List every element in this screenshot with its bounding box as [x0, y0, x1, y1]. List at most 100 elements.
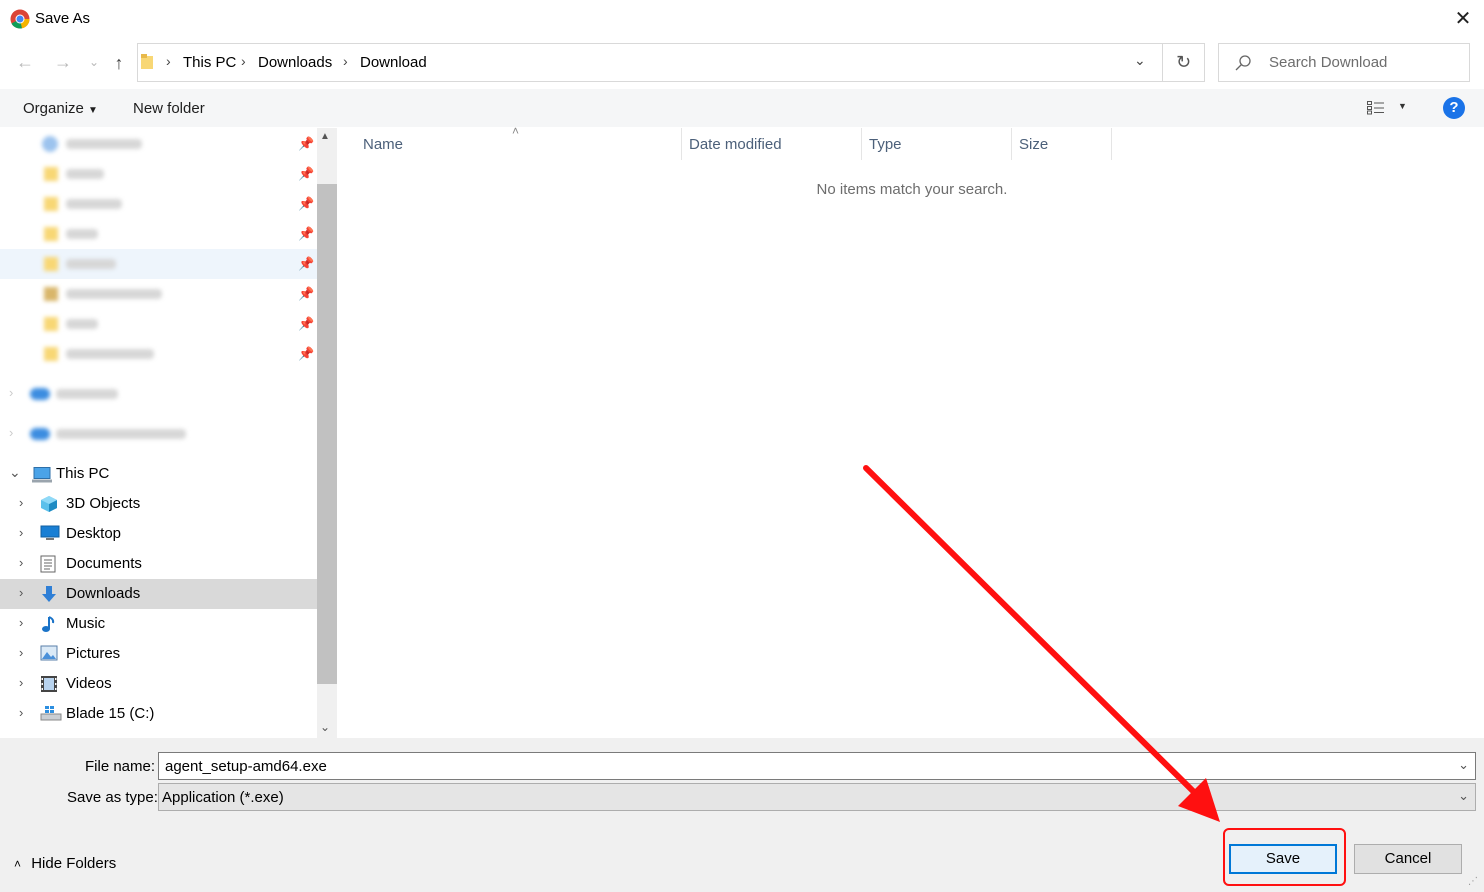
sidebar-item-documents[interactable]: › Documents [0, 549, 317, 579]
collapse-chevron-icon[interactable]: ⌄ [9, 464, 21, 481]
quick-access-item[interactable]: 📌 [0, 249, 317, 279]
scroll-down-icon[interactable]: ⌄ [320, 720, 330, 734]
file-list[interactable]: ˄ Name Date modified Type Size No items … [338, 124, 1484, 738]
resize-grip-icon[interactable]: ⋰ [1468, 876, 1478, 887]
cloud-drive-item[interactable]: › [0, 379, 317, 409]
expand-chevron-icon[interactable]: › [19, 585, 23, 600]
nav-scrollbar-thumb[interactable] [317, 184, 337, 684]
column-header-name[interactable]: Name [363, 136, 403, 153]
expand-chevron-icon[interactable]: › [19, 675, 23, 690]
chevron-down-icon[interactable]: ⌄ [1458, 757, 1469, 773]
downloads-icon [40, 585, 60, 603]
documents-icon [40, 555, 60, 573]
search-placeholder: Search Download [1269, 54, 1388, 71]
new-folder-button[interactable]: New folder [133, 100, 205, 117]
column-header-size[interactable]: Size [1019, 136, 1048, 153]
pin-icon[interactable]: 📌 [298, 316, 314, 332]
expand-chevron-icon[interactable]: › [19, 615, 23, 630]
view-options-icon[interactable] [1367, 101, 1385, 115]
quick-access-item[interactable]: 📌 [0, 279, 317, 309]
sidebar-item-blade-15-c[interactable]: › Blade 15 (C:) [0, 699, 317, 729]
save-as-type-label: Save as type: [67, 789, 158, 806]
sidebar-item-videos[interactable]: › Videos [0, 669, 317, 699]
quick-access-item[interactable]: 📌 [0, 189, 317, 219]
up-arrow-icon[interactable]: ↑ [107, 51, 131, 75]
recent-locations-chevron-icon[interactable]: ⌄ [82, 50, 106, 74]
3d-objects-icon [40, 495, 60, 513]
chevron-down-icon[interactable]: ⌄ [1458, 788, 1469, 804]
pin-icon[interactable]: 📌 [298, 256, 314, 272]
expand-chevron-icon[interactable]: › [19, 495, 23, 510]
empty-message: No items match your search. [816, 181, 1008, 198]
quick-access-item[interactable]: 📌 [0, 219, 317, 249]
folder-icon [141, 54, 153, 69]
chevron-up-icon: ˄ [14, 857, 22, 871]
expand-chevron-icon[interactable]: › [19, 525, 23, 540]
quick-access-item[interactable]: 📌 [0, 339, 317, 369]
sidebar-item-desktop[interactable]: › Desktop [0, 519, 317, 549]
expand-chevron-icon[interactable]: › [19, 555, 23, 570]
pin-icon[interactable]: 📌 [298, 226, 314, 242]
sidebar-item-label: Desktop [66, 525, 122, 542]
breadcrumb-separator-icon: › [343, 53, 348, 69]
chrome-icon [10, 9, 30, 29]
desktop-icon [40, 525, 60, 543]
close-icon[interactable]: ✕ [1450, 6, 1476, 32]
expand-chevron-icon[interactable]: › [9, 385, 13, 400]
breadcrumb-separator-icon: › [241, 53, 246, 69]
view-dropdown-icon[interactable]: ▼ [1398, 101, 1407, 111]
refresh-icon[interactable]: ↻ [1163, 43, 1205, 82]
folder-icon [44, 317, 58, 331]
sidebar-item-3d-objects[interactable]: › 3D Objects [0, 489, 317, 519]
save-as-type-value: Application (*.exe) [162, 789, 284, 806]
expand-chevron-icon[interactable]: › [19, 645, 23, 660]
column-header-date-modified[interactable]: Date modified [689, 136, 782, 153]
address-dropdown-icon[interactable]: ⌄ [1134, 52, 1146, 69]
cloud-icon [30, 428, 50, 440]
expand-chevron-icon[interactable]: › [9, 425, 13, 440]
sidebar-item-label: Blade 15 (C:) [66, 705, 155, 722]
pin-icon[interactable]: 📌 [298, 166, 314, 182]
sidebar-item-pictures[interactable]: › Pictures [0, 639, 317, 669]
title-bar: Save As ✕ [0, 0, 1484, 40]
search-input[interactable]: Search Download [1218, 43, 1470, 82]
quick-access-item[interactable]: 📌 [0, 309, 317, 339]
this-pc-icon [32, 467, 52, 483]
file-name-field[interactable]: agent_setup-amd64.exe ⌄ [158, 752, 1476, 780]
breadcrumb-this-pc[interactable]: This PC [183, 54, 236, 71]
help-icon[interactable]: ? [1443, 97, 1465, 119]
command-toolbar: Organize ▼ New folder ▼ [0, 89, 1484, 127]
save-options-panel: File name: agent_setup-amd64.exe ⌄ Save … [0, 738, 1484, 892]
breadcrumb-download[interactable]: Download [360, 54, 427, 71]
forward-arrow-icon[interactable]: → [51, 50, 75, 74]
cloud-drive-item[interactable]: › [0, 419, 317, 449]
column-header-type[interactable]: Type [869, 136, 902, 153]
sidebar-item-label: Documents [66, 555, 142, 572]
quick-access-item[interactable]: 📌 [0, 159, 317, 189]
organize-button[interactable]: Organize ▼ [23, 100, 98, 117]
cancel-button[interactable]: Cancel [1354, 844, 1462, 874]
pin-icon[interactable]: 📌 [298, 346, 314, 362]
save-as-type-select[interactable]: Application (*.exe) ⌄ [158, 783, 1476, 811]
sidebar-item-this-pc[interactable]: ⌄ This PC [0, 459, 317, 489]
expand-chevron-icon[interactable]: › [19, 705, 23, 720]
address-bar[interactable]: › This PC › Downloads › Download ⌄ [137, 43, 1163, 82]
breadcrumb-downloads[interactable]: Downloads [258, 54, 332, 71]
cloud-icon [30, 388, 50, 400]
pin-icon[interactable]: 📌 [298, 286, 314, 302]
sidebar-item-downloads[interactable]: › Downloads [0, 579, 317, 609]
save-button[interactable]: Save [1229, 844, 1337, 874]
quick-access-item[interactable]: 📌 [0, 129, 317, 159]
sidebar-item-label: 3D Objects [66, 495, 141, 512]
folder-icon [44, 197, 58, 211]
navigation-pane[interactable]: 📌 📌 📌 📌 📌 📌 📌 📌 › › ⌄ This PC › 3D Objec… [0, 128, 317, 738]
file-name-label: File name: [85, 758, 156, 775]
hide-folders-button[interactable]: ˄ Hide Folders [14, 855, 116, 872]
back-arrow-icon[interactable]: ← [13, 50, 37, 74]
videos-icon [40, 675, 60, 693]
pin-icon[interactable]: 📌 [298, 136, 314, 152]
scroll-up-icon[interactable]: ▲ [320, 131, 330, 142]
folder-icon [44, 227, 58, 241]
pin-icon[interactable]: 📌 [298, 196, 314, 212]
sidebar-item-music[interactable]: › Music [0, 609, 317, 639]
